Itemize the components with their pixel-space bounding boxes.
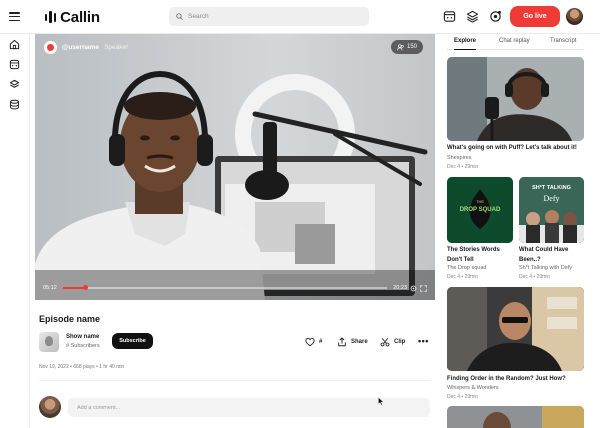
menu-icon[interactable] <box>9 12 20 22</box>
sidebar-tabs: Explore Chat replay Transcript <box>447 38 584 50</box>
home-icon[interactable] <box>9 39 20 50</box>
podcast-studio-image <box>447 287 584 371</box>
comment-input[interactable] <box>68 398 430 417</box>
show-logo-icon <box>44 41 57 54</box>
speaker-role: Speaker <box>104 44 129 51</box>
progress-handle[interactable] <box>82 285 88 291</box>
episode-meta: Nov 19, 2022 • 668 plays • 1 hr 40 min <box>39 364 125 370</box>
speaker-info: @username Speaker <box>44 41 128 54</box>
search-icon <box>176 13 183 20</box>
show-thumbnail[interactable] <box>39 332 59 352</box>
tab-chat-replay[interactable]: Chat replay <box>499 38 530 50</box>
search-input[interactable] <box>188 13 348 20</box>
logo-bars-icon <box>45 11 57 23</box>
clip-button[interactable]: Clip <box>380 337 405 347</box>
art-text-top: SH*T TALKING <box>532 185 571 191</box>
card-title[interactable]: Finding Order in the Random? Just How? <box>447 375 584 385</box>
user-avatar[interactable] <box>566 8 583 25</box>
go-live-button[interactable]: Go live <box>510 6 560 27</box>
card-title[interactable]: The Stories Words Don't Tell <box>447 246 515 265</box>
notifications-icon[interactable] <box>489 10 502 23</box>
art-text-main: DROP SQUAD <box>460 207 501 213</box>
card-thumbnail[interactable] <box>447 406 584 428</box>
card-show[interactable]: Sh*t Talking with Defy <box>519 265 572 271</box>
art-text-top: THE <box>476 199 484 204</box>
more-options-icon[interactable]: ••• <box>418 336 429 346</box>
library-icon[interactable] <box>9 59 20 70</box>
listener-count-badge: 150 <box>390 40 423 54</box>
card-title[interactable]: What's going on with Puff? Let's talk ab… <box>447 144 584 154</box>
app-logo[interactable]: Callin <box>45 8 100 26</box>
share-label: Share <box>351 339 368 345</box>
share-button[interactable]: Share <box>337 337 368 347</box>
logo-text: Callin <box>60 8 100 26</box>
heart-icon <box>305 337 315 347</box>
card-show[interactable]: Shespires <box>447 155 471 161</box>
scissors-icon <box>380 337 390 347</box>
search-bar[interactable] <box>169 7 369 26</box>
layers-icon[interactable] <box>466 10 479 23</box>
listener-count: 150 <box>406 44 417 50</box>
card-meta: Dec 4 • 29min <box>447 274 479 280</box>
show-name[interactable]: Show name <box>66 334 99 340</box>
divider <box>39 380 430 381</box>
subscribe-button[interactable]: Subscribe <box>112 333 153 349</box>
card-show[interactable]: Whispers & Wonders <box>447 385 499 391</box>
video-player[interactable]: @username Speaker 150 05:12 20:23 <box>35 34 435 300</box>
like-count: # <box>319 339 323 345</box>
card-meta: Dec 4 • 29min <box>447 164 479 170</box>
card-thumbnail[interactable] <box>447 57 584 141</box>
progress-track[interactable] <box>62 285 388 291</box>
card-meta: Dec 4 • 29min <box>447 394 479 400</box>
tab-transcript[interactable]: Transcript <box>550 38 576 50</box>
card-thumbnail[interactable]: THE DROP SQUAD <box>447 177 513 243</box>
art-text-main: Defy <box>544 194 560 203</box>
card-meta: Dec 4 • 29min <box>519 274 551 280</box>
users-icon <box>397 43 404 50</box>
subscriber-count: # Subscribers <box>66 343 100 349</box>
playback-bar: 05:12 20:23 <box>43 283 427 293</box>
podcast-thumbnail-image <box>447 406 584 428</box>
commenter-avatar <box>39 396 61 418</box>
defy-artwork: SH*T TALKING Defy <box>519 177 584 243</box>
like-button[interactable]: # <box>305 337 322 347</box>
fullscreen-icon[interactable] <box>420 284 427 292</box>
layers-icon[interactable] <box>9 79 20 90</box>
podcast-host-image <box>447 57 584 141</box>
library-icon[interactable] <box>443 10 456 23</box>
database-icon[interactable] <box>9 99 20 110</box>
card-show[interactable]: The Drop squad <box>447 265 486 271</box>
total-time: 20:23 <box>393 285 407 291</box>
video-frame-image <box>35 34 435 300</box>
card-thumbnail[interactable] <box>447 287 584 371</box>
left-rail <box>0 34 30 428</box>
drop-squad-artwork: THE DROP SQUAD <box>447 177 513 243</box>
top-bar: Callin Go live <box>0 0 600 34</box>
clip-label: Clip <box>394 339 406 345</box>
card-title[interactable]: What Could Have Been..? <box>519 246 585 265</box>
mouse-cursor-icon <box>378 397 384 406</box>
share-icon <box>338 337 346 347</box>
episode-title: Episode name <box>39 314 101 324</box>
current-time: 05:12 <box>43 285 57 291</box>
tab-explore[interactable]: Explore <box>454 38 477 50</box>
speaker-username[interactable]: @username <box>62 44 99 51</box>
card-thumbnail[interactable]: SH*T TALKING Defy <box>519 177 584 243</box>
settings-icon[interactable] <box>410 285 417 292</box>
